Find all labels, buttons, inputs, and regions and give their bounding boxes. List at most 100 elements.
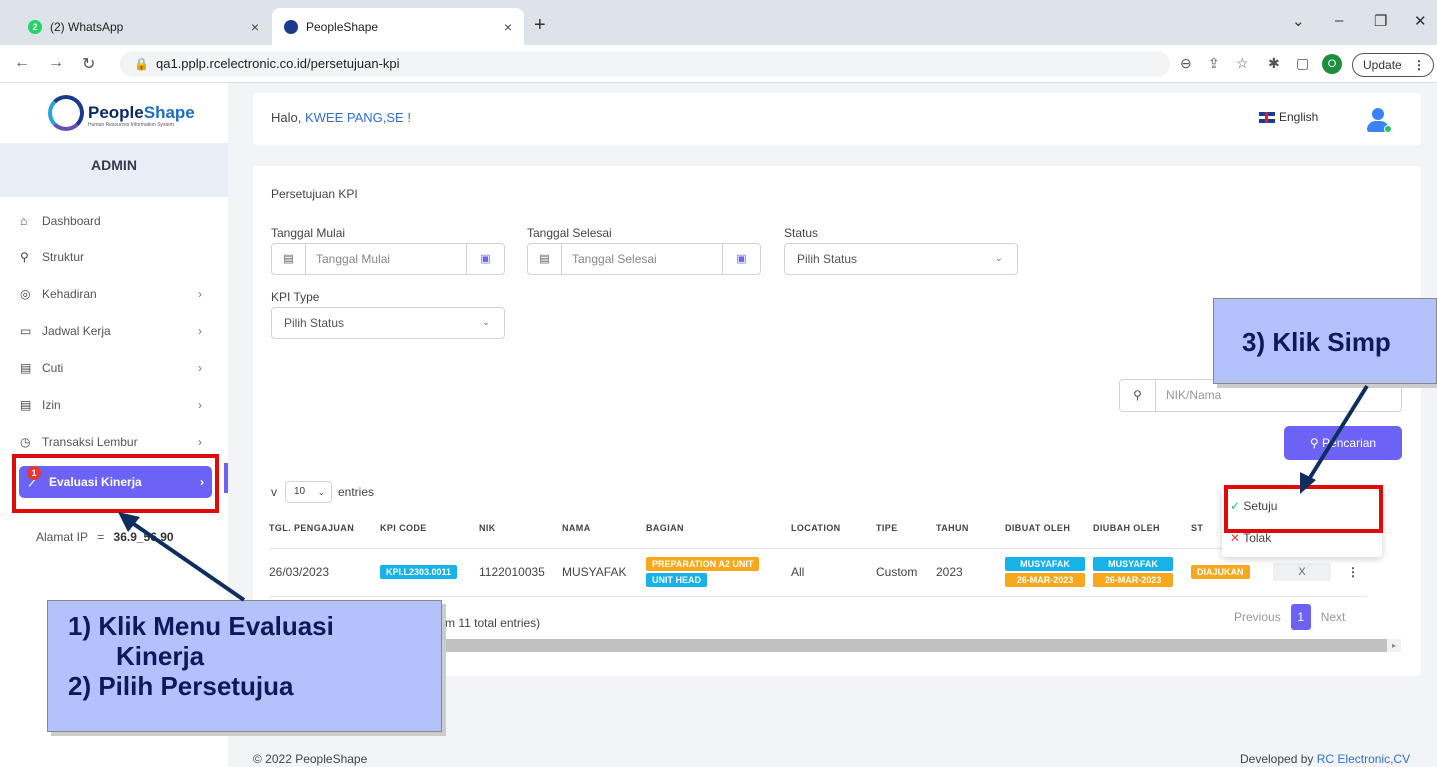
col-dibuat-oleh[interactable]: DIBUAT OLEH [1005,508,1093,549]
ip-separator: = [97,530,105,544]
brand-shape: Shape [143,103,195,122]
sidepanel-icon[interactable]: ▢ [1296,55,1309,72]
row-kebab-menu-icon[interactable]: ⋮ [1339,565,1359,579]
kpi-type-value: Pilih Status [284,316,345,330]
greeting-text: Halo, [271,110,302,125]
callout-step3: 3) Klik Simp [1242,327,1391,357]
forward-icon[interactable]: → [48,54,64,72]
clock-icon: ◷ [20,435,31,449]
sidebar-item-dashboard[interactable]: ⌂ Dashboard [20,206,210,236]
restore-icon[interactable]: ❐ [1374,12,1387,30]
search-icon: ⚲ [1309,436,1319,450]
next-button[interactable]: Next [1313,604,1354,630]
bookmark-star-icon[interactable]: ☆ [1236,55,1249,72]
x-button[interactable]: X [1273,563,1331,581]
brand-logo[interactable]: PeopleShape Human Resources Information … [48,93,195,133]
cell-diubah-oleh: MUSYAFAK 26-MAR-2023 [1093,548,1191,597]
update-button[interactable]: Update ⋮ [1352,53,1434,77]
language-selector[interactable]: English [1259,110,1318,124]
reject-option[interactable]: ✕ Tolak [1230,531,1271,545]
col-tgl[interactable]: TGL. PENGAJUAN [269,508,380,549]
previous-button[interactable]: Previous [1226,604,1289,630]
scroll-right-icon[interactable]: ▸ [1387,639,1401,652]
peopleshape-favicon-icon [284,19,298,34]
close-icon[interactable]: × [504,19,512,35]
reject-label: Tolak [1243,531,1272,545]
entries-prefix: v [271,485,277,499]
table-info: from 11 total entries) [431,616,541,630]
role-label: ADMIN [0,143,228,197]
table-row: 26/03/2023 KPI.L2303.0011 1122010035 MUS… [269,548,1367,597]
sidebar-item-label: Kehadiran [42,287,97,301]
ip-label: Alamat IP [36,530,88,544]
avatar[interactable] [1363,104,1393,134]
chevron-right-icon: › [198,398,202,412]
page-1-button[interactable]: 1 [1290,604,1311,630]
browser-tab-bar: 2 (2) WhatsApp × PeopleShape × + ⌄ – ❐ ✕ [0,0,1437,45]
col-tahun[interactable]: TAHUN [936,508,1005,549]
sidebar-item-izin[interactable]: ▤ Izin › [20,390,210,420]
search-button[interactable]: ⚲ Pencarian [1284,426,1402,460]
chevron-down-icon[interactable]: ⌄ [1292,12,1305,30]
col-bagian[interactable]: BAGIAN [646,508,791,549]
share-icon[interactable]: ⇪ [1208,55,1220,72]
extensions-icon[interactable]: ✱ [1268,55,1280,72]
entries-select[interactable]: 10 ⌄ [285,481,332,503]
top-header: Halo, KWEE PANG,SE ! English [253,93,1421,145]
search-placeholder: NIK/Nama [1166,388,1222,402]
horizontal-scrollbar[interactable]: ▸ [431,639,1401,652]
col-nik[interactable]: NIK [479,508,562,549]
sidebar-item-transaksi-lembur[interactable]: ◷ Transaksi Lembur › [20,427,210,457]
briefcase-icon: ▭ [20,324,32,338]
sidebar-item-kehadiran[interactable]: ◎ Kehadiran › [20,279,210,309]
language-label: English [1279,110,1319,124]
sidebar-item-struktur[interactable]: ⚲ Struktur [20,242,210,272]
update-label: Update [1363,58,1402,72]
close-icon[interactable]: × [251,19,259,35]
start-date-field[interactable]: ▤ Tanggal Mulai ▣ [271,243,505,275]
highlight-evaluasi-kinerja [12,454,219,513]
tab-whatsapp[interactable]: 2 (2) WhatsApp × [16,8,271,45]
editor-badge: MUSYAFAK [1093,557,1173,571]
tab-peopleshape[interactable]: PeopleShape × [272,8,524,45]
sidebar-item-cuti[interactable]: ▤ Cuti › [20,353,210,383]
zoom-icon[interactable]: ⊖ [1180,55,1192,72]
end-date-field[interactable]: ▤ Tanggal Selesai ▣ [527,243,761,275]
table-header-row: TGL. PENGAJUAN KPI CODE NIK NAMA BAGIAN … [269,508,1367,549]
calendar-picker-icon[interactable]: ▣ [466,244,504,274]
profile-icon[interactable]: O [1322,54,1342,74]
col-kpi-code[interactable]: KPI CODE [380,508,479,549]
sidebar-item-jadwal-kerja[interactable]: ▭ Jadwal Kerja › [20,316,210,346]
calendar-picker-icon[interactable]: ▣ [722,244,760,274]
logo-icon [48,95,84,131]
reload-icon[interactable]: ↻ [82,54,95,74]
uk-flag-icon [1259,111,1275,123]
kpi-code-badge[interactable]: KPI.L2303.0011 [380,565,458,579]
kpi-type-select[interactable]: Pilih Status ⌄ [271,307,505,339]
sidebar-scrollbar[interactable] [224,463,228,493]
entries-selector: v 10 ⌄ entries [271,481,374,503]
url-field[interactable]: 🔒 qa1.pplp.rcelectronic.co.id/persetujua… [120,51,1170,77]
kebab-menu-icon: ⋮ [1413,58,1425,72]
greeting: Halo, KWEE PANG,SE ! [271,110,411,125]
cell-dibuat-oleh: MUSYAFAK 26-MAR-2023 [1005,548,1093,597]
developed-by-text: Developed by [1240,752,1314,766]
col-nama[interactable]: NAMA [562,508,646,549]
highlight-setuju [1224,485,1383,533]
status-badge: DIAJUKAN [1191,565,1250,579]
col-diubah-oleh[interactable]: DIUBAH OLEH [1093,508,1191,549]
window-close-icon[interactable]: ✕ [1414,12,1427,30]
new-tab-icon[interactable]: + [534,14,546,37]
kpi-type-label: KPI Type [271,290,320,304]
footer-developed: Developed by RC Electronic,CV [1240,752,1410,766]
col-location[interactable]: LOCATION [791,508,876,549]
col-tipe[interactable]: TIPE [876,508,936,549]
minimize-icon[interactable]: – [1335,12,1343,29]
cell-tahun: 2023 [936,548,1005,597]
footer-copyright: © 2022 PeopleShape [253,752,368,766]
ip-value: 36.9_56.90 [113,530,174,544]
whatsapp-badge-icon: 2 [28,19,42,34]
status-select[interactable]: Pilih Status ⌄ [784,243,1018,275]
developer-link[interactable]: RC Electronic,CV [1317,752,1410,766]
back-icon[interactable]: ← [14,54,30,72]
